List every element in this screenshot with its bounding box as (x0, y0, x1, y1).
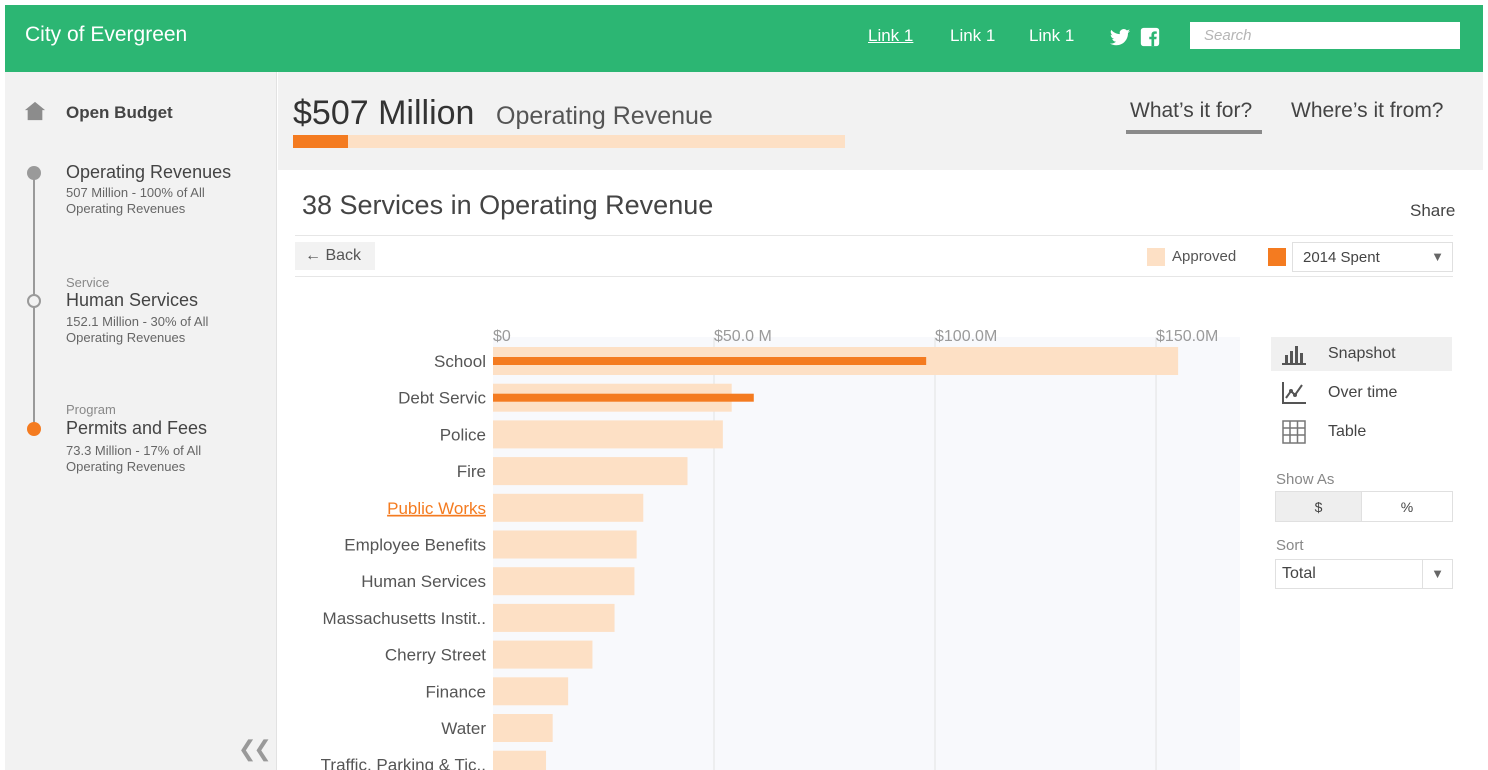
total-amount: $507 Million (293, 94, 475, 132)
sidebar: Open Budget Operating Revenues 507 Milli… (5, 72, 277, 770)
sort-select[interactable]: Total ▼ (1275, 559, 1453, 589)
summary-band: $507 Million Operating Revenue What’s it… (278, 72, 1483, 170)
timeline-dot-human-services[interactable] (27, 294, 41, 308)
breadcrumb-operating-revenues[interactable]: Operating Revenues (66, 162, 231, 183)
home-icon[interactable] (24, 100, 46, 122)
category-label[interactable]: School (434, 352, 486, 371)
share-link[interactable]: Share (1410, 201, 1455, 221)
category-label[interactable]: Public Works (387, 499, 486, 518)
view-snapshot-button[interactable]: Snapshot (1271, 337, 1452, 371)
category-label[interactable]: Debt Servic (398, 389, 486, 408)
breadcrumb-level-service: Service (66, 275, 110, 290)
x-tick-label: $150.0M (1156, 328, 1218, 345)
bar-approved[interactable] (493, 530, 637, 559)
bar-approved[interactable] (493, 420, 723, 449)
show-as-dollar-toggle[interactable]: $ (1275, 491, 1362, 522)
show-as-percent-toggle[interactable]: % (1361, 491, 1453, 522)
category-label[interactable]: Police (440, 425, 486, 444)
table-grid-icon (1282, 420, 1306, 444)
chevron-down-icon: ▼ (1431, 249, 1444, 264)
bar-spent[interactable] (493, 357, 927, 365)
spent-year-select[interactable]: 2014 Spent ▼ (1292, 242, 1453, 272)
breadcrumb-human-services-desc: 152.1 Million - 30% of All Operating Rev… (66, 314, 209, 345)
category-label[interactable]: Water (441, 719, 486, 738)
search-input[interactable] (1190, 22, 1460, 49)
active-tab-underline (1126, 130, 1262, 134)
bar-approved[interactable] (493, 493, 644, 522)
bar-approved[interactable] (493, 603, 615, 632)
chart-section-title: 38 Services in Operating Revenue (302, 190, 714, 220)
line-chart-icon (1282, 382, 1306, 404)
category-label[interactable]: Employee Benefits (344, 536, 486, 555)
category-label[interactable]: Massachusetts Instit.. (323, 609, 486, 628)
bar-spent[interactable] (493, 393, 754, 402)
divider-top (295, 235, 1453, 236)
bar-chart-icon (1282, 346, 1306, 365)
sort-label: Sort (1276, 537, 1304, 554)
x-tick-label: $0 (493, 328, 511, 345)
bar-approved[interactable] (493, 750, 547, 770)
amount-progress-bar (293, 135, 845, 148)
timeline-dot-permits-and-fees[interactable] (27, 422, 41, 436)
tab-wheres-it-from[interactable]: Where’s it from? (1291, 99, 1444, 123)
sort-value: Total (1282, 565, 1316, 582)
breadcrumb-level-program: Program (66, 402, 116, 417)
legend-swatch-approved (1147, 248, 1165, 266)
timeline-dot-operating-revenues[interactable] (27, 166, 41, 180)
category-label[interactable]: Finance (426, 682, 486, 701)
bar-approved[interactable] (493, 567, 635, 596)
spent-year-value: 2014 Spent (1303, 249, 1380, 266)
category-label[interactable]: Traffic, Parking & Tic.. (321, 756, 486, 770)
total-amount-label: Operating Revenue (496, 102, 713, 130)
divider-bottom (295, 276, 1453, 277)
legend-swatch-spent (1268, 248, 1286, 266)
x-tick-label: $100.0M (935, 328, 997, 345)
breadcrumb-permits-and-fees-desc: 73.3 Million - 17% of All Operating Reve… (66, 443, 202, 474)
view-table-label: Table (1328, 423, 1367, 440)
brand-title[interactable]: City of Evergreen (25, 23, 187, 47)
view-snapshot-label: Snapshot (1328, 345, 1396, 362)
collapse-sidebar-icon[interactable]: ❮❮ (238, 736, 272, 762)
category-label[interactable]: Cherry Street (385, 646, 486, 665)
facebook-icon[interactable] (1139, 26, 1161, 48)
app-frame: City of Evergreen Link 1 Link 1 Link 1 O… (5, 5, 1483, 770)
category-label[interactable]: Fire (457, 462, 486, 481)
services-bar-chart: $0 $50.0 M $100.0M $150.0M School Debt Servic… (321, 328, 1240, 770)
bar-approved[interactable] (493, 714, 553, 742)
open-budget-link[interactable]: Open Budget (66, 103, 173, 123)
nav-link-1[interactable]: Link 1 (868, 26, 913, 46)
breadcrumb-human-services[interactable]: Human Services (66, 290, 198, 311)
top-navigation-bar: City of Evergreen Link 1 Link 1 Link 1 (5, 5, 1483, 72)
bar-approved[interactable] (493, 457, 688, 486)
view-over-time-label: Over time (1328, 384, 1398, 401)
bar-approved[interactable] (493, 677, 569, 706)
breadcrumb-permits-and-fees[interactable]: Permits and Fees (66, 418, 207, 439)
breadcrumb-operating-revenues-desc: 507 Million - 100% of All Operating Reve… (66, 185, 205, 216)
tab-whats-it-for[interactable]: What’s it for? (1130, 99, 1252, 123)
chevron-down-icon: ▼ (1422, 560, 1452, 588)
bar-approved[interactable] (493, 640, 593, 669)
nav-link-3[interactable]: Link 1 (1029, 26, 1074, 46)
legend-label-approved: Approved (1172, 248, 1237, 265)
twitter-icon[interactable] (1109, 26, 1131, 48)
show-as-label: Show As (1276, 471, 1335, 488)
amount-progress-fill (293, 135, 349, 148)
view-table-button[interactable]: Table (1271, 415, 1452, 449)
nav-link-2[interactable]: Link 1 (950, 26, 995, 46)
back-button[interactable]: ← Back (295, 242, 375, 270)
x-tick-label: $50.0 M (714, 328, 772, 345)
category-label[interactable]: Human Services (361, 572, 486, 591)
view-over-time-button[interactable]: Over time (1271, 376, 1452, 410)
